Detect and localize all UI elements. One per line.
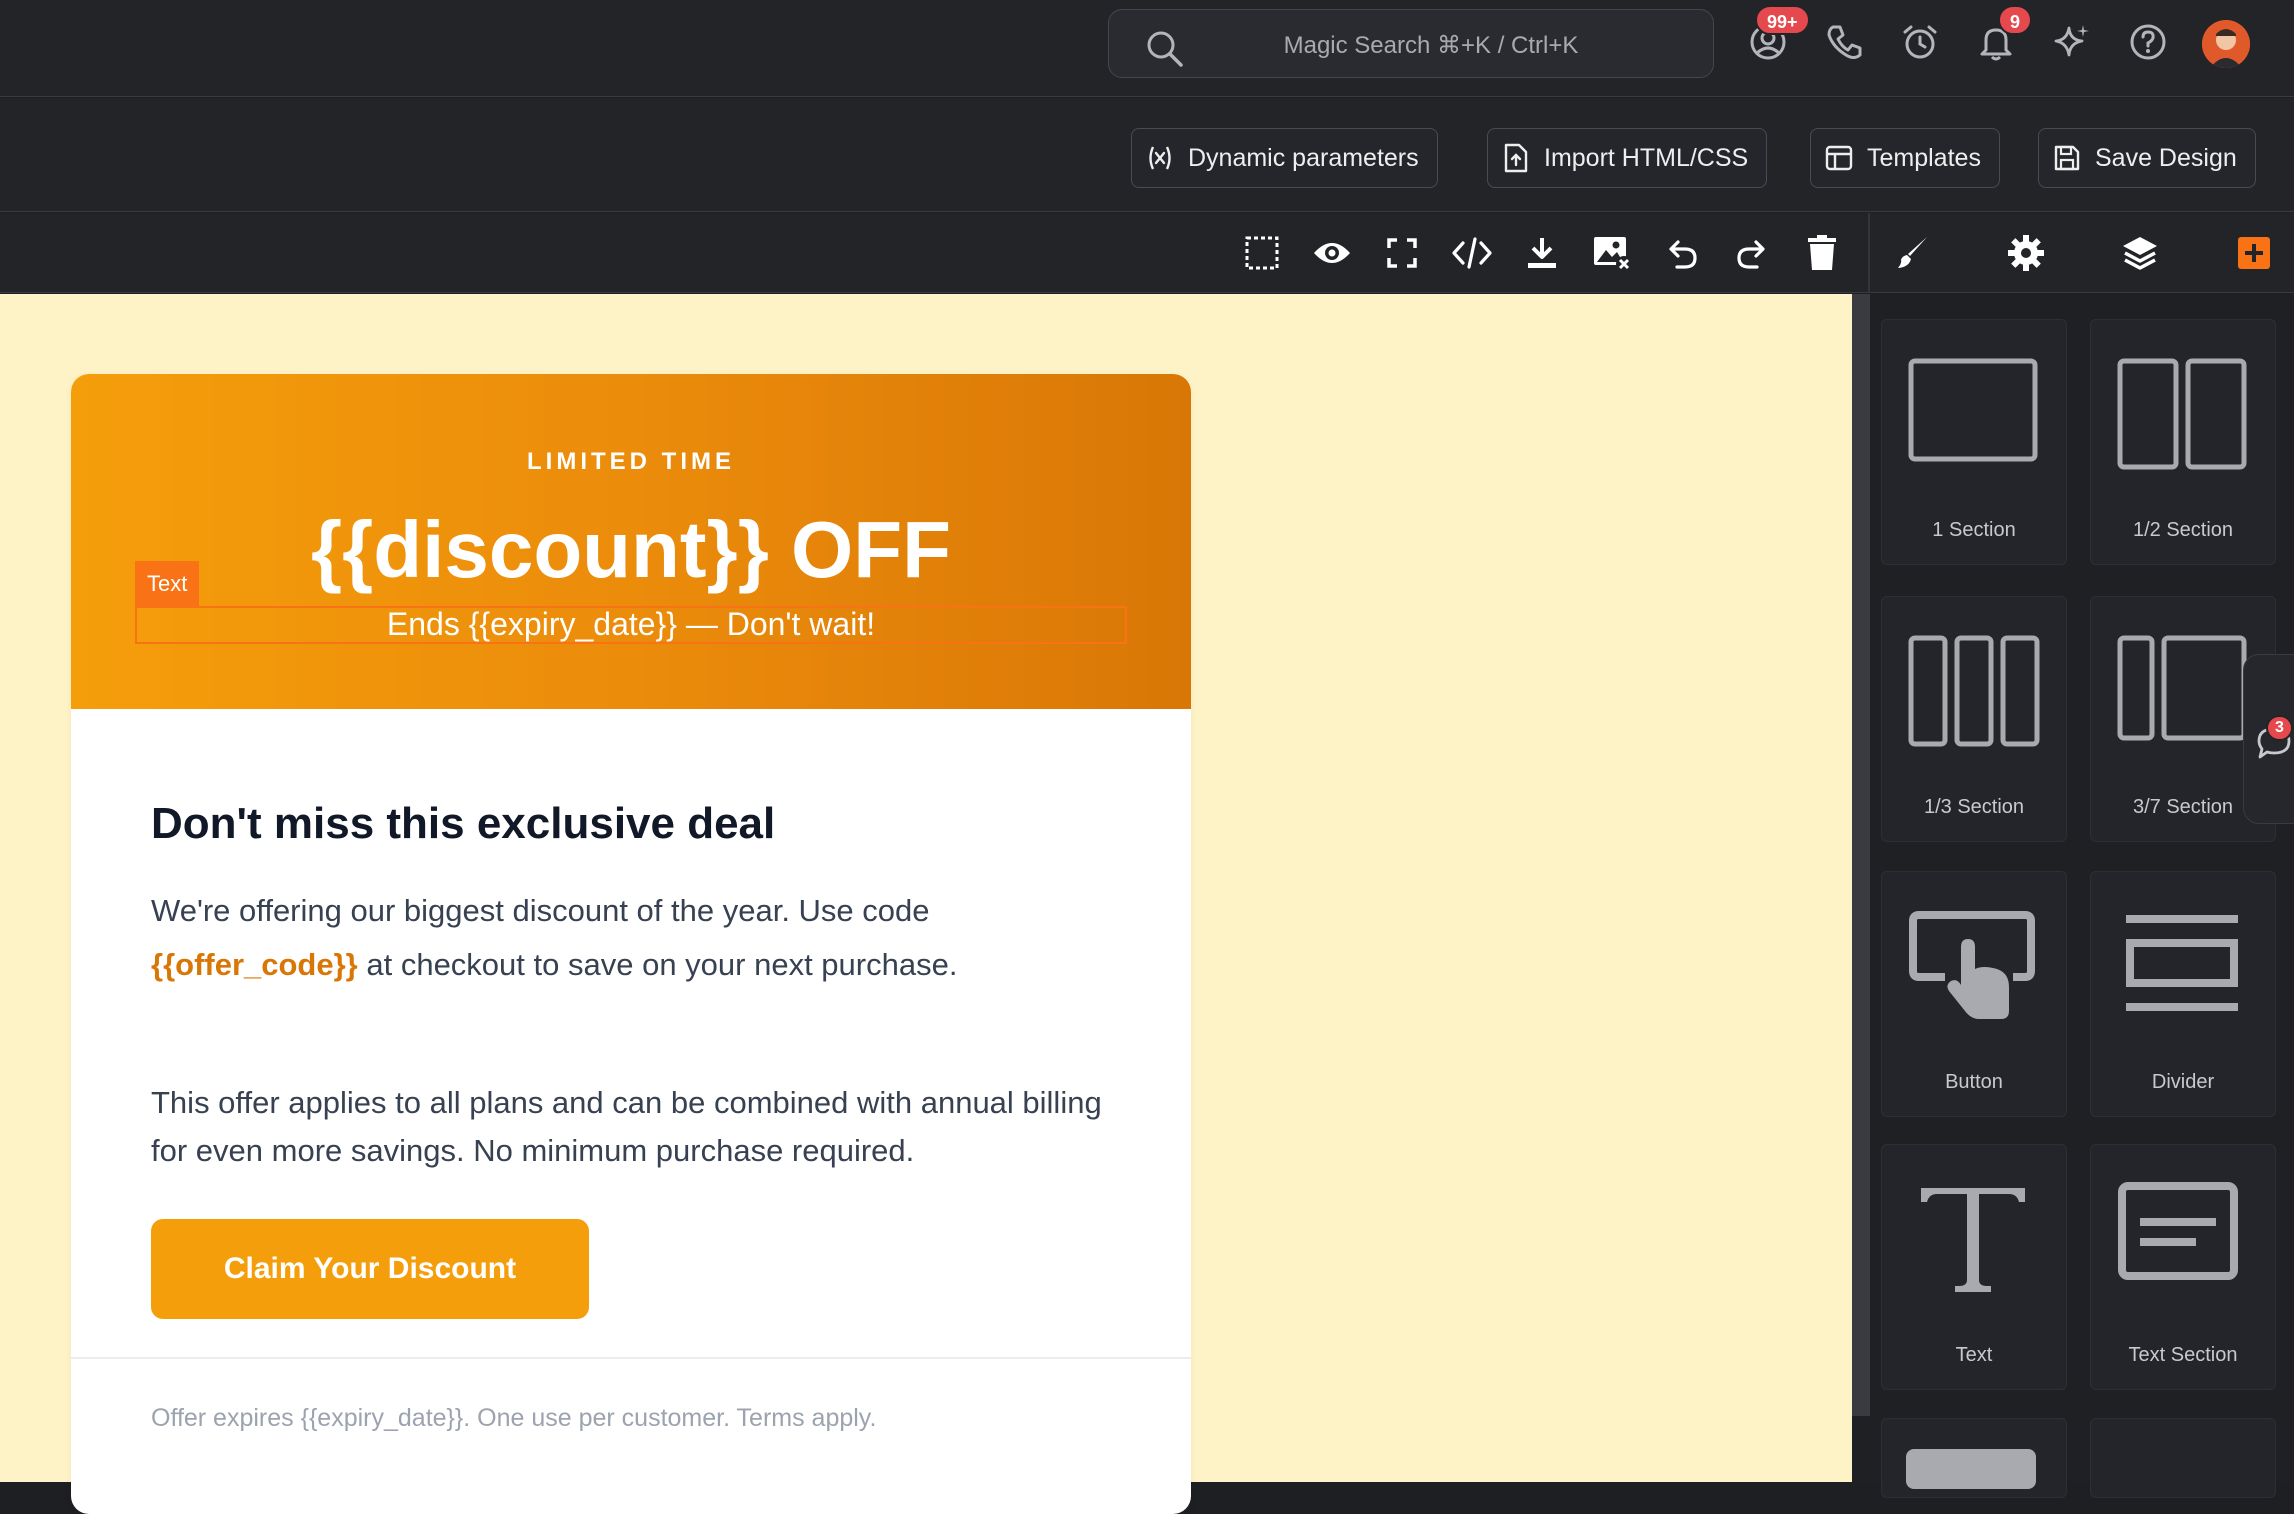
variable-icon xyxy=(1149,146,1171,170)
fullscreen-icon[interactable] xyxy=(1382,233,1422,273)
settings-gear-icon[interactable] xyxy=(2006,233,2046,273)
search-placeholder: Magic Search ⌘+K / Ctrl+K xyxy=(1283,32,1579,59)
download-icon[interactable] xyxy=(1522,233,1562,273)
three-seven-section-icon xyxy=(2117,635,2247,741)
email-footer-text[interactable]: Offer expires {{expiry_date}}. One use p… xyxy=(151,1404,876,1433)
block-label: Text Section xyxy=(2128,1344,2238,1366)
offer-code-token: {{offer_code}} xyxy=(151,947,358,982)
button-block-icon xyxy=(1909,911,2035,1019)
block-button[interactable]: Button xyxy=(1881,871,2067,1117)
delete-trash-icon[interactable] xyxy=(1802,233,1842,273)
partial-block-icon xyxy=(1906,1449,2036,1489)
one-section-icon xyxy=(1908,358,2038,462)
hero-kicker: LIMITED TIME xyxy=(527,448,735,475)
email-card: LIMITED TIME {{discount}} OFF Ends {{exp… xyxy=(71,374,1191,1514)
block-1-section[interactable]: 1 Section xyxy=(1881,319,2067,565)
block-third-section[interactable]: 1/3 Section xyxy=(1881,596,2067,842)
remove-images-icon[interactable] xyxy=(1592,233,1632,273)
block-label: Divider xyxy=(2151,1071,2215,1093)
third-section-icon xyxy=(1908,635,2040,747)
select-area-icon[interactable] xyxy=(1242,233,1282,273)
save-icon xyxy=(2054,145,2080,171)
templates-label: Templates xyxy=(1867,143,1981,172)
templates-button[interactable]: Templates xyxy=(1810,128,2000,188)
block-partial-2[interactable] xyxy=(2090,1418,2276,1498)
half-section-icon xyxy=(2117,358,2247,470)
save-design-label: Save Design xyxy=(2095,143,2237,172)
block-label: Button xyxy=(1945,1071,2003,1093)
block-text[interactable]: Text xyxy=(1881,1144,2067,1390)
import-html-button[interactable]: Import HTML/CSS xyxy=(1487,128,1768,188)
canvas-scrollbar[interactable] xyxy=(1852,294,1870,1416)
file-upload-icon xyxy=(1504,143,1528,173)
add-block-icon[interactable] xyxy=(2234,233,2274,273)
top-header: Magic Search ⌘+K / Ctrl+K 99+ 9 xyxy=(0,0,2294,97)
style-brush-icon[interactable] xyxy=(1892,233,1932,273)
editor-action-bar: Dynamic parameters Import HTML/CSS Templ… xyxy=(0,98,2294,212)
help-icon[interactable] xyxy=(2128,22,2168,62)
selected-text-outline xyxy=(135,606,1127,644)
claim-discount-button[interactable]: Claim Your Discount xyxy=(151,1219,589,1319)
block-half-section[interactable]: 1/2 Section xyxy=(2090,319,2276,565)
block-label: 1/2 Section xyxy=(2132,519,2234,541)
chat-badge: 3 xyxy=(2266,715,2293,741)
block-divider[interactable]: Divider xyxy=(2090,871,2276,1117)
design-canvas: LIMITED TIME {{discount}} OFF Ends {{exp… xyxy=(0,294,1852,1514)
editor-toolbar xyxy=(0,213,2294,293)
alarm-clock-icon[interactable] xyxy=(1900,22,1940,62)
block-label: Text xyxy=(1955,1344,1993,1366)
paragraph-1-lead: We're offering our biggest discount of t… xyxy=(151,893,930,928)
blocks-panel: 1 Section 1/2 Section 1/3 Section 3/7 Se… xyxy=(1852,294,2294,1498)
phone-icon[interactable] xyxy=(1824,22,1864,62)
notifications-badge: 9 xyxy=(1998,5,2033,35)
import-html-label: Import HTML/CSS xyxy=(1544,143,1749,172)
magic-search-bar[interactable]: Magic Search ⌘+K / Ctrl+K xyxy=(1108,9,1714,78)
toolbar-separator xyxy=(1868,213,1870,293)
preview-eye-icon[interactable] xyxy=(1312,233,1352,273)
undo-icon[interactable] xyxy=(1662,233,1702,273)
ai-sparkle-icon[interactable] xyxy=(2052,22,2092,62)
text-section-icon xyxy=(2118,1182,2238,1280)
chat-widget[interactable]: 3 xyxy=(2243,654,2294,824)
email-paragraph-2[interactable]: This offer applies to all plans and can … xyxy=(151,1079,1111,1175)
footer-divider xyxy=(71,1357,1191,1359)
divider-block-icon xyxy=(2126,915,2238,1011)
hero-title[interactable]: {{discount}} OFF xyxy=(71,504,1191,596)
block-label: 1/3 Section xyxy=(1923,796,2025,818)
redo-icon[interactable] xyxy=(1732,233,1772,273)
paragraph-1-tail: at checkout to save on your next purchas… xyxy=(357,947,958,982)
layers-icon[interactable] xyxy=(2120,233,2160,273)
avatar-icon xyxy=(2202,20,2250,68)
user-avatar[interactable] xyxy=(2202,20,2250,68)
block-text-section[interactable]: Text Section xyxy=(2090,1144,2276,1390)
dynamic-parameters-button[interactable]: Dynamic parameters xyxy=(1131,128,1438,188)
save-design-button[interactable]: Save Design xyxy=(2038,128,2256,188)
contacts-badge: 99+ xyxy=(1755,5,1810,35)
block-partial-1[interactable] xyxy=(1881,1418,2067,1498)
block-label: 1 Section xyxy=(1932,519,2016,541)
template-layout-icon xyxy=(1825,145,1853,171)
text-block-icon xyxy=(1921,1188,2025,1292)
dynamic-parameters-label: Dynamic parameters xyxy=(1188,143,1419,172)
selected-element-tag: Text xyxy=(135,561,200,607)
hero-banner[interactable]: LIMITED TIME {{discount}} OFF Ends {{exp… xyxy=(71,374,1191,709)
email-paragraph-1[interactable]: We're offering our biggest discount of t… xyxy=(151,884,1111,992)
code-view-icon[interactable] xyxy=(1452,233,1492,273)
email-heading[interactable]: Don't miss this exclusive deal xyxy=(151,799,775,849)
